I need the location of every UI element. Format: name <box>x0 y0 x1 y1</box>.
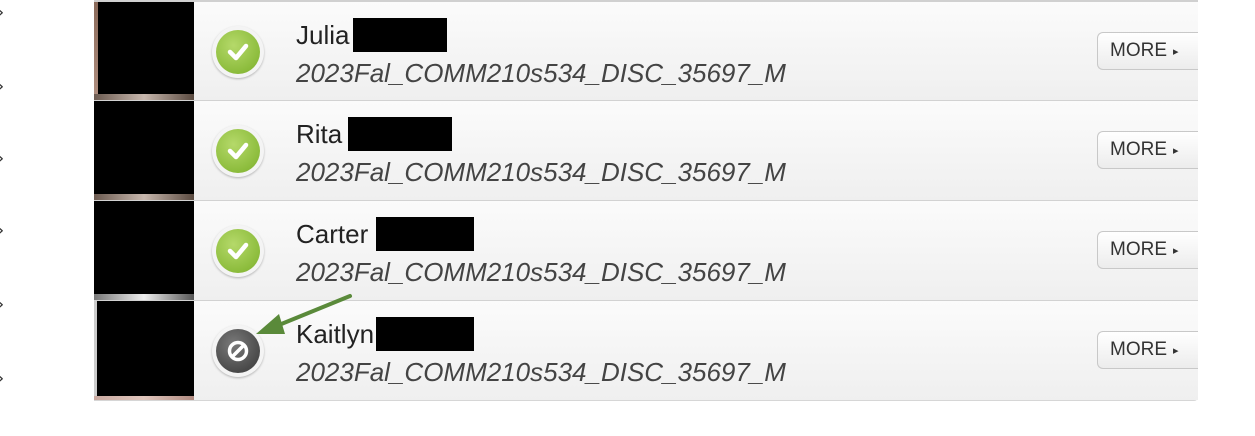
student-name: Carter <box>296 217 475 251</box>
student-section: 2023Fal_COMM210s534_DISC_35697_M <box>296 357 786 387</box>
student-first-name: Carter <box>296 218 369 249</box>
student-name: Kaitlyn <box>296 317 475 351</box>
student-section: 2023Fal_COMM210s534_DISC_35697_M <box>296 257 786 287</box>
student-first-name: Julia <box>296 19 350 50</box>
check-icon <box>216 30 260 74</box>
student-section: 2023Fal_COMM210s534_DISC_35697_M <box>296 157 786 187</box>
photo-edge <box>94 2 98 100</box>
attendance-status-button[interactable] <box>212 26 264 78</box>
more-button[interactable]: MORE ▸ <box>1097 32 1198 70</box>
redacted-last-name <box>348 117 453 151</box>
chevron-right-icon[interactable]: › <box>0 222 4 240</box>
student-row[interactable]: Carter 2023Fal_COMM210s534_DISC_35697_M … <box>94 200 1198 300</box>
more-button-label: MORE <box>1110 40 1167 61</box>
more-button[interactable]: MORE ▸ <box>1097 131 1198 169</box>
more-button-label: MORE <box>1110 239 1167 260</box>
redacted-last-name <box>376 317 475 351</box>
check-icon <box>216 129 260 173</box>
photo-edge <box>94 396 194 400</box>
caret-right-icon: ▸ <box>1173 44 1179 58</box>
more-button[interactable]: MORE ▸ <box>1097 231 1198 269</box>
attendance-roster-page: › › › › › › Julia 2023Fal_COMM210s534_DI… <box>0 0 1255 436</box>
more-button-label: MORE <box>1110 339 1167 360</box>
chevron-right-icon[interactable]: › <box>0 370 4 388</box>
chevron-right-icon[interactable]: › <box>0 4 4 22</box>
student-row[interactable]: Julia 2023Fal_COMM210s534_DISC_35697_M M… <box>94 0 1198 100</box>
caret-right-icon: ▸ <box>1173 143 1179 157</box>
left-edge-chevrons: › › › › › › <box>0 0 12 436</box>
student-photo-redacted <box>94 301 194 400</box>
attendance-status-button[interactable] <box>212 325 264 377</box>
student-section: 2023Fal_COMM210s534_DISC_35697_M <box>296 58 786 88</box>
more-button[interactable]: MORE ▸ <box>1097 331 1198 369</box>
student-name: Julia <box>296 18 448 52</box>
chevron-right-icon[interactable]: › <box>0 296 4 314</box>
prohibited-icon <box>216 329 260 373</box>
attendance-status-button[interactable] <box>212 225 264 277</box>
attendance-status-button[interactable] <box>212 125 264 177</box>
caret-right-icon: ▸ <box>1173 343 1179 357</box>
more-button-label: MORE <box>1110 139 1167 160</box>
student-first-name: Rita <box>296 118 343 149</box>
photo-edge <box>94 301 97 400</box>
chevron-right-icon[interactable]: › <box>0 78 4 96</box>
student-first-name: Kaitlyn <box>296 318 375 349</box>
student-photo-redacted <box>94 2 194 100</box>
chevron-right-icon[interactable]: › <box>0 150 4 168</box>
student-name: Rita <box>296 117 453 151</box>
redacted-last-name <box>376 217 475 251</box>
student-photo-redacted <box>94 101 194 200</box>
redacted-last-name <box>353 18 448 52</box>
student-row[interactable]: Rita 2023Fal_COMM210s534_DISC_35697_M MO… <box>94 100 1198 200</box>
student-photo-redacted <box>94 201 194 300</box>
student-roster-list: Julia 2023Fal_COMM210s534_DISC_35697_M M… <box>94 0 1198 401</box>
check-icon <box>216 229 260 273</box>
student-row[interactable]: Kaitlyn 2023Fal_COMM210s534_DISC_35697_M… <box>94 300 1198 400</box>
caret-right-icon: ▸ <box>1173 243 1179 257</box>
